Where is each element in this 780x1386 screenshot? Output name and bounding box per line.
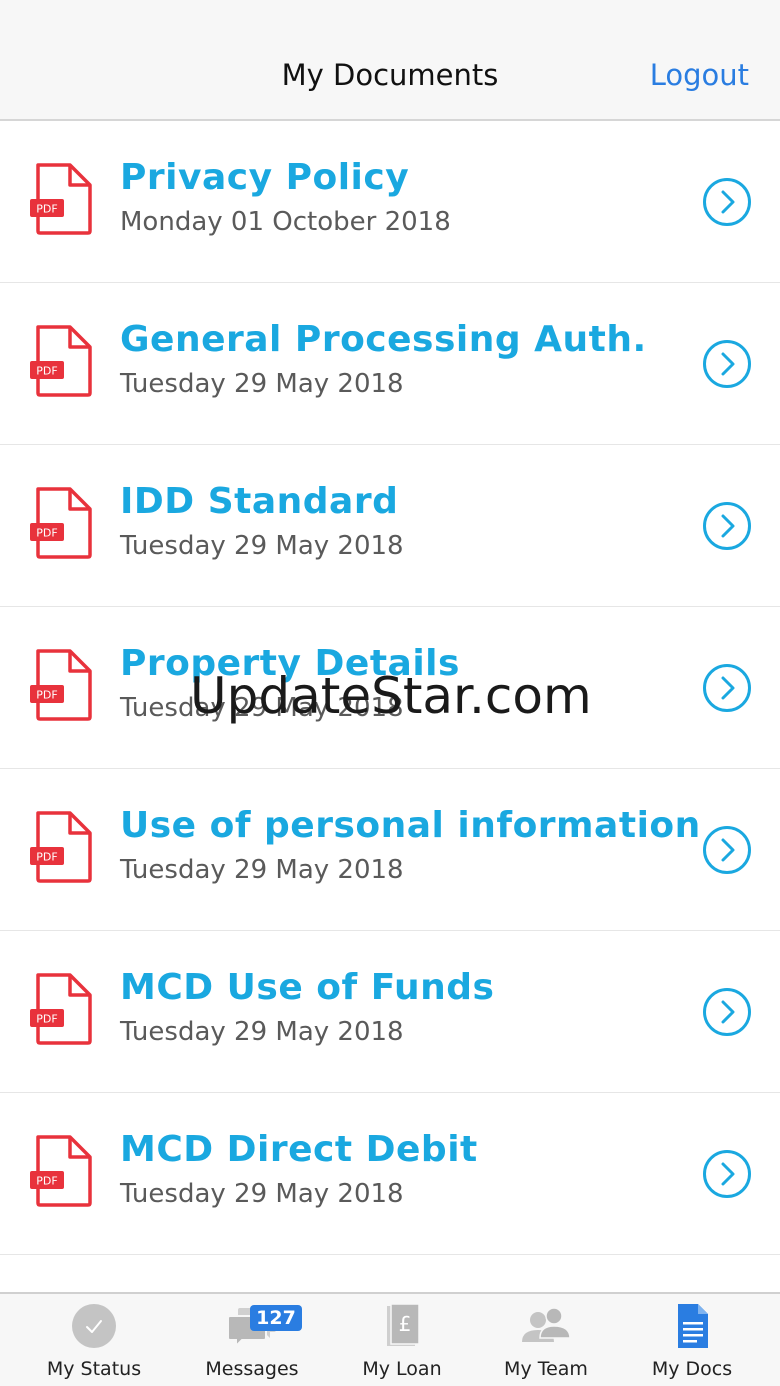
pdf-icon: PDF: [30, 973, 92, 1045]
document-row[interactable]: PDF MCD Direct Debit Tuesday 29 May 2018: [0, 1093, 780, 1255]
document-date: Tuesday 29 May 2018: [120, 693, 404, 723]
chevron-right-icon[interactable]: [702, 663, 752, 713]
document-title: MCD Use of Funds: [120, 967, 495, 1008]
document-date: Tuesday 29 May 2018: [120, 855, 404, 885]
document-icon: [678, 1304, 708, 1348]
pound-document-icon: £: [387, 1303, 420, 1346]
svg-text:PDF: PDF: [36, 365, 57, 378]
document-title: Privacy Policy: [120, 157, 410, 198]
check-circle-icon: [72, 1304, 116, 1348]
document-title: Property Details: [120, 643, 460, 684]
tab-label: My Team: [504, 1358, 588, 1380]
svg-text:PDF: PDF: [36, 1013, 57, 1026]
tab-label: My Status: [46, 1358, 142, 1380]
document-title: Use of personal information: [120, 805, 701, 846]
chevron-right-icon[interactable]: [702, 987, 752, 1037]
tab-label: My Docs: [651, 1358, 733, 1380]
svg-text:PDF: PDF: [36, 203, 57, 216]
pdf-icon: PDF: [30, 325, 92, 397]
document-date: Tuesday 29 May 2018: [120, 369, 404, 399]
svg-text:PDF: PDF: [36, 851, 57, 864]
svg-text:PDF: PDF: [36, 1175, 57, 1188]
document-row[interactable]: PDF Use of personal information Tuesday …: [0, 769, 780, 931]
document-title: IDD Standard: [120, 481, 399, 522]
document-date: Tuesday 29 May 2018: [120, 1017, 404, 1047]
messages-badge: 127: [250, 1305, 302, 1331]
document-row[interactable]: PDF Privacy Policy Monday 01 October 201…: [0, 121, 780, 283]
tab-my-loan[interactable]: £ My Loan: [324, 1294, 480, 1386]
document-title: MCD Direct Debit: [120, 1129, 478, 1170]
people-icon: [522, 1307, 571, 1342]
logout-button[interactable]: Logout: [650, 58, 749, 92]
document-date: Monday 01 October 2018: [120, 207, 451, 237]
navigation-bar: My Documents Logout: [0, 0, 780, 121]
pdf-icon: PDF: [30, 649, 92, 721]
svg-text:PDF: PDF: [36, 689, 57, 702]
svg-text:PDF: PDF: [36, 527, 57, 540]
document-row[interactable]: PDF General Processing Auth. Tuesday 29 …: [0, 283, 780, 445]
tab-label: Messages: [205, 1358, 299, 1380]
document-row[interactable]: PDF MCD Use of Funds Tuesday 29 May 2018: [0, 931, 780, 1093]
pdf-icon: PDF: [30, 163, 92, 235]
chevron-right-icon[interactable]: [702, 501, 752, 551]
pdf-icon: PDF: [30, 1135, 92, 1207]
svg-text:£: £: [399, 1312, 412, 1336]
pdf-icon: PDF: [30, 487, 92, 559]
chevron-right-icon[interactable]: [702, 1149, 752, 1199]
tab-my-docs[interactable]: My Docs: [614, 1294, 770, 1386]
document-date: Tuesday 29 May 2018: [120, 531, 404, 561]
tab-label: My Loan: [362, 1358, 442, 1380]
document-title: General Processing Auth.: [120, 319, 647, 360]
chevron-right-icon[interactable]: [702, 825, 752, 875]
chevron-right-icon[interactable]: [702, 339, 752, 389]
tab-my-status[interactable]: My Status: [16, 1294, 172, 1386]
tab-bar: My Status Messages £ My Loan My Team My …: [0, 1292, 780, 1386]
document-date: Tuesday 29 May 2018: [120, 1179, 404, 1209]
document-row[interactable]: PDF Property Details Tuesday 29 May 2018: [0, 607, 780, 769]
pdf-icon: PDF: [30, 811, 92, 883]
tab-my-team[interactable]: My Team: [468, 1294, 624, 1386]
chevron-right-icon[interactable]: [702, 177, 752, 227]
document-list: PDF Privacy Policy Monday 01 October 201…: [0, 121, 780, 1255]
document-row[interactable]: PDF IDD Standard Tuesday 29 May 2018: [0, 445, 780, 607]
